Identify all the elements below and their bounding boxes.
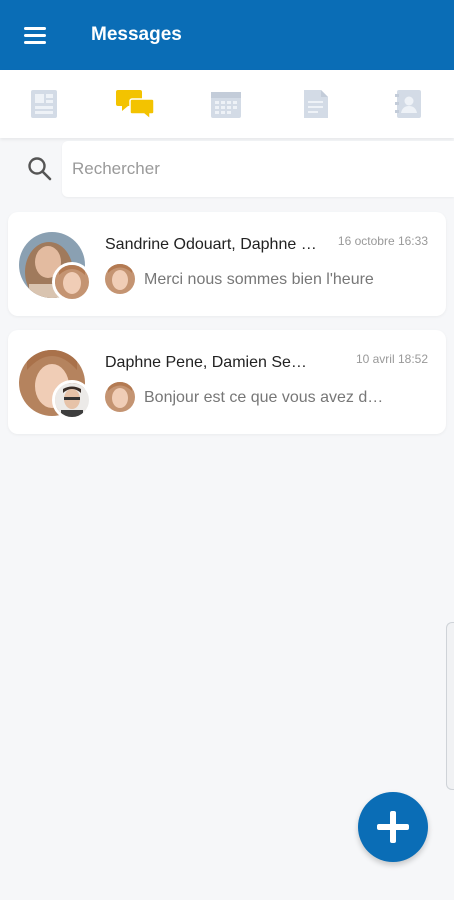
tab-documents[interactable] (298, 86, 334, 122)
avatar (105, 382, 135, 412)
avatar (52, 380, 92, 420)
conversation-item[interactable]: Sandrine Odouart, Daphne Pene 16 octobre… (8, 212, 446, 316)
tab-messages[interactable] (116, 86, 156, 122)
document-icon (304, 90, 328, 118)
dashboard-icon (31, 90, 57, 118)
search-field[interactable] (62, 141, 454, 197)
edge-panel-handle[interactable] (446, 622, 454, 790)
conversation-participants: Sandrine Odouart, Daphne Pene (105, 236, 320, 253)
avatar (52, 262, 92, 302)
tab-dashboard[interactable] (26, 86, 62, 122)
app-bar: Messages (0, 0, 454, 70)
tab-calendar[interactable] (208, 86, 244, 122)
avatar (105, 264, 135, 294)
search-icon[interactable] (26, 155, 54, 183)
conversation-item[interactable]: Daphne Pene, Damien Sembach 10 avril 18:… (8, 330, 446, 434)
chat-bubbles-icon (116, 90, 155, 121)
contacts-icon (395, 90, 421, 118)
conversation-time: 16 octobre 16:33 (337, 234, 428, 248)
conversation-participants: Daphne Pene, Damien Sembach (105, 354, 320, 371)
page-title: Messages (91, 24, 182, 45)
tab-contacts[interactable] (390, 86, 426, 122)
conversation-time: 10 avril 18:52 (355, 352, 428, 366)
search-input[interactable] (62, 141, 454, 197)
new-message-button[interactable] (358, 792, 428, 862)
tab-bar (0, 70, 454, 138)
conversation-preview: Bonjour est ce que vous avez des nouvell… (144, 389, 384, 406)
menu-icon[interactable] (22, 24, 48, 46)
conversation-preview: Merci nous sommes bien l'heure (144, 271, 374, 288)
calendar-icon (211, 92, 241, 118)
